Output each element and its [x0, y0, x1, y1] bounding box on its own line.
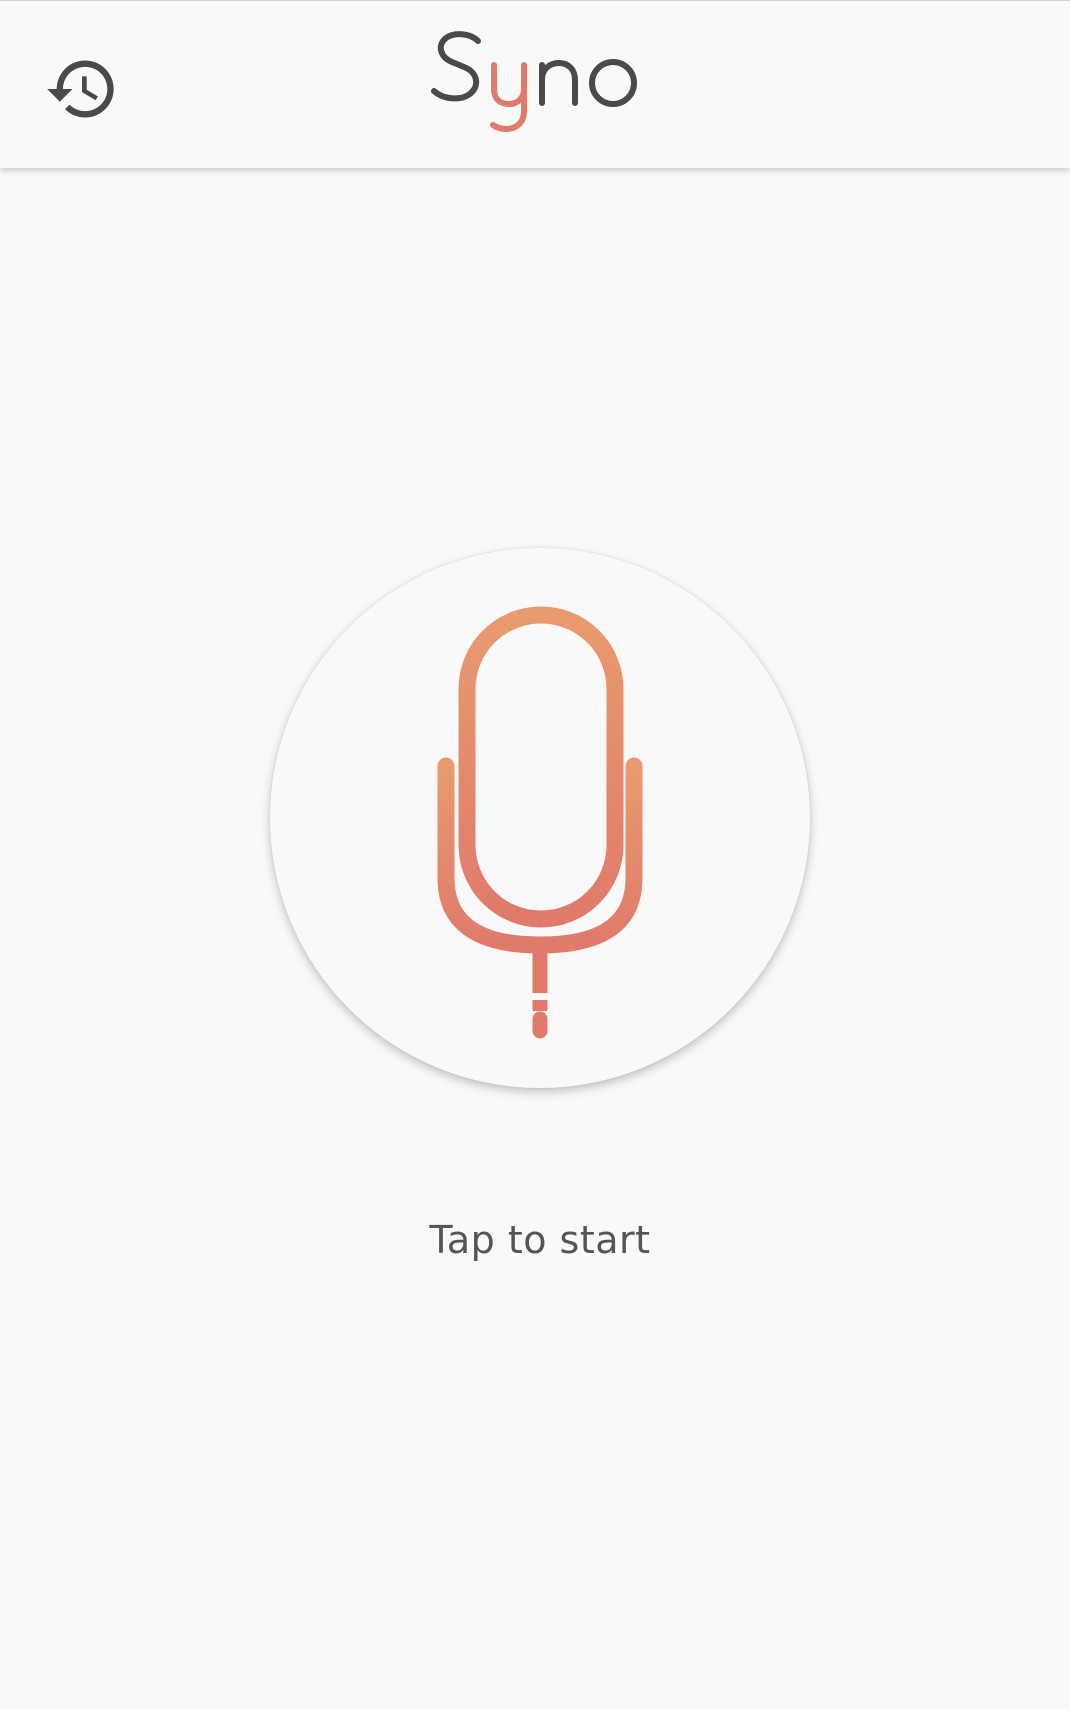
history-button[interactable]	[44, 51, 120, 127]
tap-to-start-label: Tap to start	[429, 1218, 651, 1262]
app-screen: Syno	[0, 0, 1070, 1709]
syno-logo-graphic	[431, 31, 637, 133]
microphone-icon	[437, 606, 643, 1039]
app-bar: Syno	[0, 0, 1070, 168]
start-recording-button[interactable]	[270, 548, 810, 1088]
history-icon	[47, 60, 114, 118]
app-logo: Syno	[420, 19, 660, 139]
